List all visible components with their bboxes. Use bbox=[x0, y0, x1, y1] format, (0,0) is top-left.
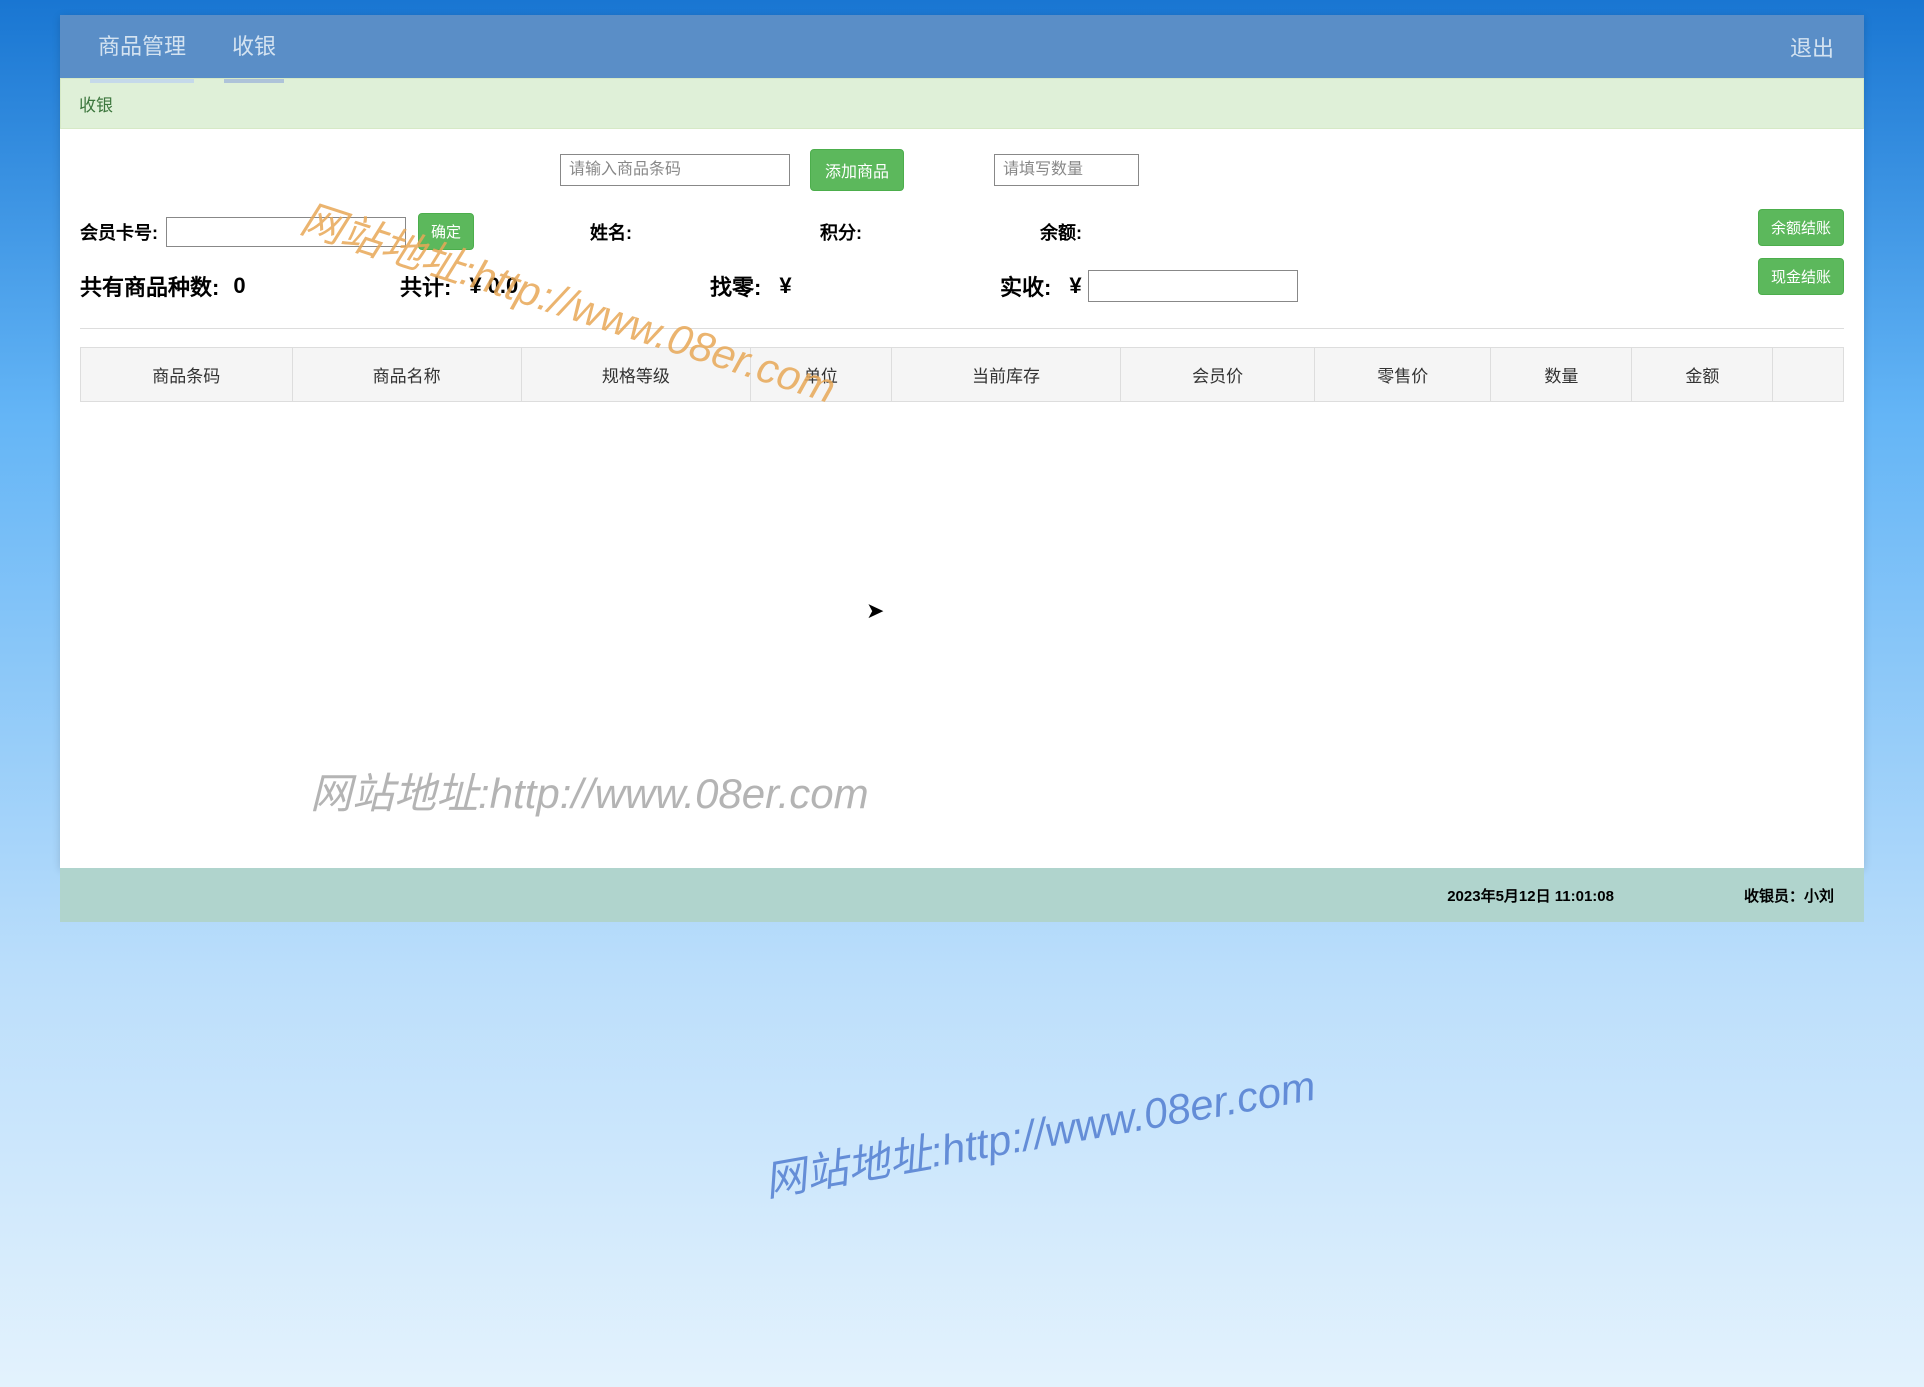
footer-datetime: 2023年5月12日 11:01:08 bbox=[1447, 885, 1614, 906]
barcode-input[interactable] bbox=[560, 154, 790, 186]
total: 共计: ¥ 0.0 bbox=[400, 270, 518, 302]
th-stock: 当前库存 bbox=[891, 348, 1120, 402]
quantity-input[interactable] bbox=[994, 154, 1139, 186]
th-unit: 单位 bbox=[750, 348, 891, 402]
member-row: 会员卡号: 确定 姓名: 积分: 余额: 余额结账 现金结账 bbox=[80, 213, 1844, 250]
th-spec: 规格等级 bbox=[521, 348, 750, 402]
nav-logout[interactable]: 退出 bbox=[1790, 31, 1834, 63]
th-member-price: 会员价 bbox=[1121, 348, 1315, 402]
received: 实收: ¥ bbox=[1000, 270, 1298, 302]
product-count-value: 0 bbox=[233, 273, 245, 299]
product-count: 共有商品种数: 0 bbox=[80, 270, 246, 302]
points-group: 积分: bbox=[820, 219, 868, 245]
product-table: 商品条码 商品名称 规格等级 单位 当前库存 会员价 零售价 数量 金额 bbox=[80, 347, 1844, 402]
received-label: 实收: bbox=[1000, 270, 1051, 302]
th-barcode: 商品条码 bbox=[81, 348, 293, 402]
table-header-row: 商品条码 商品名称 规格等级 单位 当前库存 会员价 零售价 数量 金额 bbox=[81, 348, 1844, 402]
change-label: 找零: bbox=[710, 270, 761, 302]
top-navbar: 商品管理 收银 退出 bbox=[60, 15, 1864, 78]
footer-cashier: 收银员：小刘 bbox=[1744, 885, 1834, 906]
name-group: 姓名: bbox=[590, 219, 638, 245]
change: 找零: ¥ bbox=[710, 270, 792, 302]
content-area: 收银 添加商品 会员卡号: 确定 姓名: 积分: 余额: bbox=[60, 78, 1864, 868]
balance-label: 余额: bbox=[1040, 219, 1082, 245]
th-action bbox=[1773, 348, 1844, 402]
points-label: 积分: bbox=[820, 219, 862, 245]
add-product-button[interactable]: 添加商品 bbox=[810, 149, 904, 191]
product-count-label: 共有商品种数: bbox=[80, 270, 219, 302]
th-amount: 金额 bbox=[1632, 348, 1773, 402]
main-window: 商品管理 收银 退出 收银 添加商品 会员卡号: 确定 姓名: 积分: bbox=[60, 15, 1864, 868]
total-value: ¥ 0.0 bbox=[469, 273, 518, 299]
th-name: 商品名称 bbox=[292, 348, 521, 402]
received-input[interactable] bbox=[1088, 270, 1298, 302]
name-label: 姓名: bbox=[590, 219, 632, 245]
watermark-3: 网站地址:http://www.08er.com bbox=[759, 1052, 1320, 1209]
barcode-row: 添加商品 bbox=[80, 149, 1844, 191]
nav-product-management[interactable]: 商品管理 bbox=[90, 11, 194, 83]
panel-title: 收银 bbox=[60, 78, 1864, 129]
balance-checkout-button[interactable]: 余额结账 bbox=[1758, 209, 1844, 246]
member-card-label: 会员卡号: bbox=[80, 219, 158, 245]
nav-left: 商品管理 收银 bbox=[90, 11, 284, 83]
total-label: 共计: bbox=[400, 270, 451, 302]
panel-body: 添加商品 会员卡号: 确定 姓名: 积分: 余额: 余额结账 现金结账 bbox=[60, 129, 1864, 422]
footer-bar: 2023年5月12日 11:01:08 收银员：小刘 bbox=[60, 868, 1864, 922]
change-currency: ¥ bbox=[779, 273, 791, 299]
table-container: 商品条码 商品名称 规格等级 单位 当前库存 会员价 零售价 数量 金额 bbox=[80, 347, 1844, 402]
th-qty: 数量 bbox=[1491, 348, 1632, 402]
received-currency: ¥ bbox=[1069, 273, 1081, 299]
balance-group: 余额: bbox=[1040, 219, 1088, 245]
summary-row: 共有商品种数: 0 共计: ¥ 0.0 找零: ¥ 实收: ¥ bbox=[80, 268, 1844, 329]
nav-cashier[interactable]: 收银 bbox=[224, 11, 284, 83]
member-card-input[interactable] bbox=[166, 217, 406, 247]
confirm-button[interactable]: 确定 bbox=[418, 213, 474, 250]
th-retail-price: 零售价 bbox=[1315, 348, 1491, 402]
